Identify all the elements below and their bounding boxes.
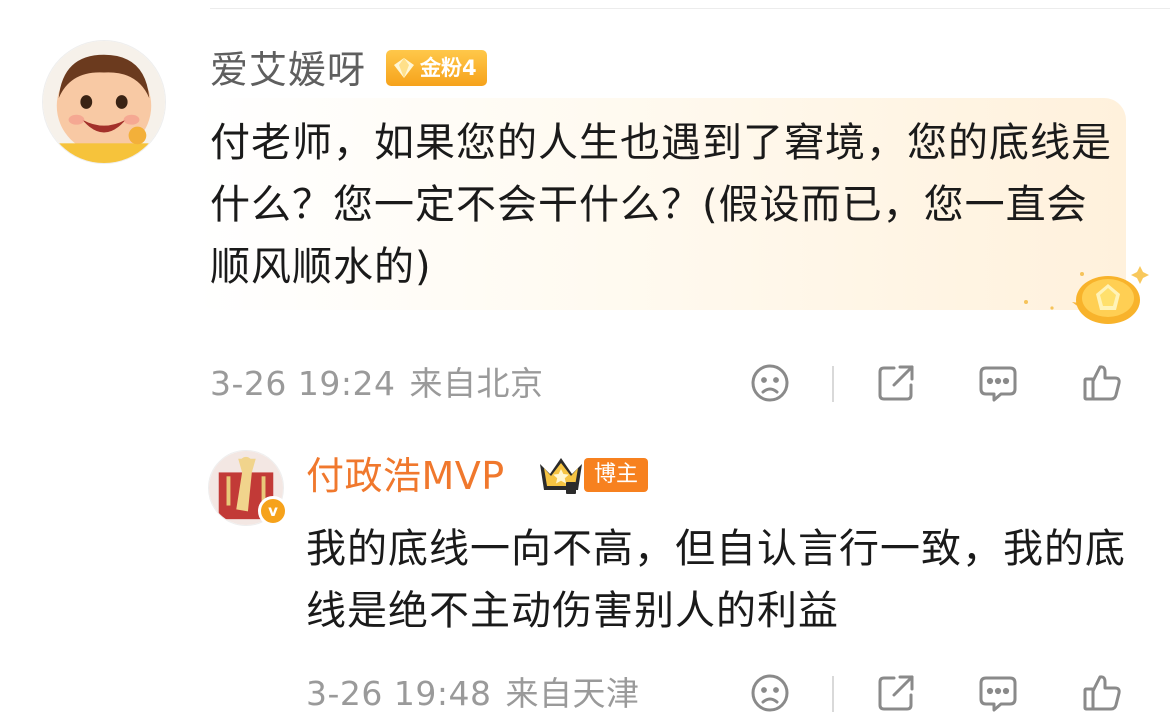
share-icon	[878, 675, 914, 711]
crown-icon	[540, 458, 582, 494]
comment-username[interactable]: 爱艾媛呀	[210, 46, 366, 94]
top-divider	[210, 8, 1170, 9]
reply-avatar[interactable]: v	[208, 450, 288, 526]
reply-location: 来自天津	[505, 674, 640, 713]
reply-like-button[interactable]	[1078, 669, 1126, 717]
like-button[interactable]	[1078, 359, 1126, 407]
comment-icon	[979, 676, 1017, 712]
blogger-badge: 博主	[584, 458, 649, 492]
comment-time: 3-26 19:24	[210, 364, 396, 403]
sad-face-icon	[751, 364, 789, 402]
comment-icon	[979, 366, 1017, 402]
reply-button[interactable]	[974, 359, 1022, 407]
reply-comment-button[interactable]	[974, 669, 1022, 717]
reply-reaction-button[interactable]	[746, 669, 794, 717]
action-separator	[832, 676, 834, 712]
thumbs-up-icon	[1083, 675, 1121, 711]
reply-meta: 3-26 19:48 来自天津	[306, 674, 640, 714]
reply-text[interactable]: 我的底线一向不高，但自认言行一致，我的底线是绝不主动伤害别人的利益	[306, 518, 1126, 642]
action-separator	[832, 366, 834, 402]
fan-badge-label: 金粉4	[420, 56, 477, 80]
fan-level-badge[interactable]: 金粉4	[386, 50, 487, 86]
reply-username[interactable]: 付政浩MVP	[306, 452, 505, 500]
share-icon	[878, 365, 914, 401]
fan-diamond-decoration-icon	[1024, 266, 1149, 324]
comment-location: 来自北京	[409, 364, 544, 403]
diamond-icon	[394, 58, 414, 78]
avatar[interactable]	[42, 40, 166, 164]
reaction-button[interactable]	[746, 359, 794, 407]
reply-share-button[interactable]	[872, 669, 920, 717]
sad-face-icon	[751, 674, 789, 712]
comment-text[interactable]: 付老师，如果您的人生也遇到了窘境，您的底线是什么？您一定不会干什么？(假设而已，…	[210, 112, 1120, 298]
reply-time: 3-26 19:48	[306, 674, 492, 713]
thumbs-up-icon	[1083, 365, 1121, 401]
verified-badge: v	[258, 496, 288, 526]
share-button[interactable]	[872, 359, 920, 407]
comment-meta: 3-26 19:24 来自北京	[210, 364, 544, 404]
